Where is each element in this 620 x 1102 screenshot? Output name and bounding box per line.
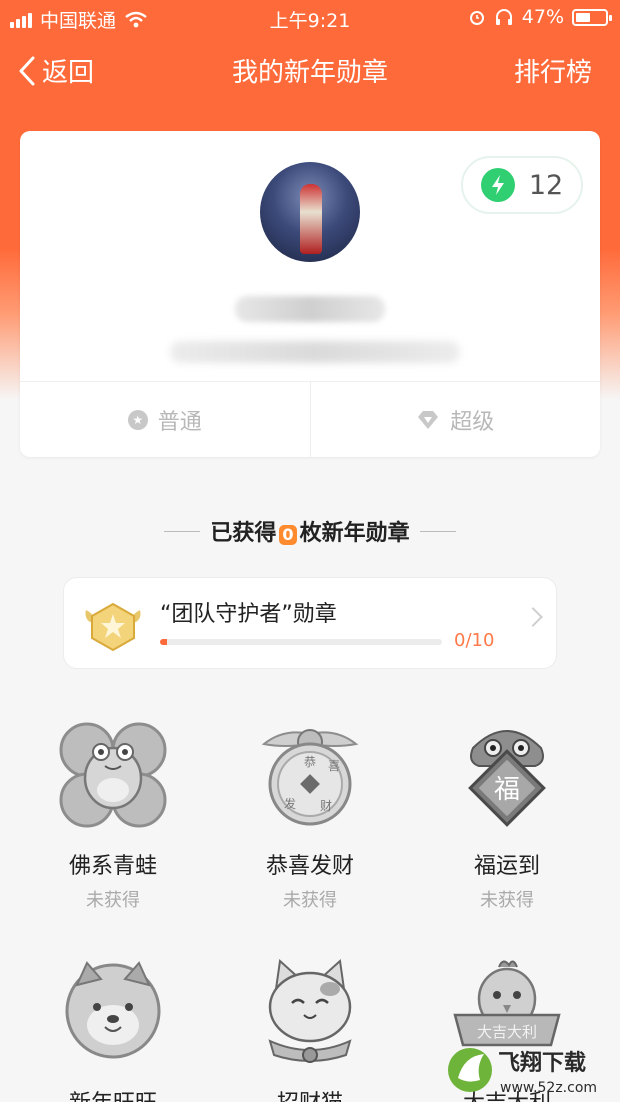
badge-frog[interactable]: 佛系青蛙 未获得: [15, 718, 211, 912]
dog-icon: [65, 961, 161, 1059]
coin-icon: 恭 喜 发 财: [261, 729, 359, 826]
badge-status: 未获得: [283, 890, 337, 911]
headphones-icon: [495, 9, 512, 25]
chevron-right-icon: [523, 607, 543, 627]
progress-bar: [160, 639, 442, 645]
leaderboard-button[interactable]: 排行榜: [514, 52, 592, 89]
earned-prefix: 已获得: [210, 521, 277, 546]
earned-suffix: 枚新年勋章: [299, 521, 410, 546]
energy-badge[interactable]: 12: [461, 156, 583, 214]
badge-name: 恭喜发财: [265, 854, 354, 879]
earned-count: 0: [279, 525, 297, 545]
fu-character: 福: [494, 775, 520, 805]
team-guardian-progress-card[interactable]: “团队守护者”勋章 0/10: [63, 577, 557, 669]
tab-super[interactable]: 超级: [311, 382, 601, 457]
decorative-line-right: [419, 530, 456, 532]
banner-text: 大吉大利: [477, 1023, 537, 1041]
coin-char-bottom: 财: [320, 799, 332, 813]
tab-normal[interactable]: ★ 普通: [20, 382, 310, 457]
badge-name: 招财猫: [212, 1085, 408, 1102]
lucky-cat-icon: [268, 959, 352, 1063]
diamond-icon: [418, 410, 439, 429]
profile-card: 12 ★ 普通 超级: [20, 131, 600, 457]
star-icon: ★: [127, 409, 148, 430]
badge-fortune-coin[interactable]: 恭 喜 发 财 恭喜发财 未获得: [212, 718, 408, 912]
badge-name: 佛系青蛙: [68, 854, 157, 879]
gold-star-medal-icon: [85, 602, 141, 652]
progress-title: “团队守护者”勋章: [160, 602, 337, 627]
badge-new-year-dog[interactable]: 新年旺旺: [15, 955, 211, 1102]
badge-name: 福运到: [473, 854, 540, 879]
watermark-brand: 飞翔下载: [498, 1050, 586, 1076]
badge-lucky-cat[interactable]: 招财猫: [212, 955, 408, 1102]
coin-char-left: 发: [284, 796, 296, 811]
medal-type-tabs: ★ 普通 超级: [20, 382, 600, 457]
lion-fu-icon: 福: [468, 730, 546, 827]
tab-super-label: 超级: [450, 409, 495, 435]
site-watermark: 飞翔下载 www.52z.com: [446, 1040, 616, 1100]
battery-percent: 47%: [521, 6, 564, 28]
badge-name: 新年旺旺: [15, 1085, 211, 1102]
nav-bar: 返回 我的新年勋章 排行榜: [0, 40, 620, 100]
decorative-line-left: [164, 530, 201, 532]
blurred-username: [235, 296, 385, 322]
badge-fu-lion[interactable]: 福 福运到 未获得: [409, 718, 605, 912]
watermark-url: www.52z.com: [500, 1080, 597, 1096]
progress-count: 0/10: [454, 630, 495, 651]
frog-icon: [59, 722, 167, 828]
badge-status: 未获得: [480, 890, 534, 911]
battery-icon: [572, 8, 612, 26]
lightning-icon: [480, 168, 515, 202]
badge-status: 未获得: [86, 890, 140, 911]
avatar[interactable]: [260, 162, 360, 262]
blurred-description: [170, 341, 460, 363]
tab-normal-label: 普通: [157, 409, 202, 435]
energy-count: 12: [528, 169, 564, 201]
earned-summary: 已获得 0 枚新年勋章: [0, 515, 620, 547]
status-bar: 中国联通 上午9:21 47%: [0, 0, 620, 36]
coin-char-top: 恭: [304, 755, 316, 769]
coin-char-right: 喜: [328, 759, 340, 773]
progress-fill: [160, 639, 168, 645]
alarm-icon: [469, 11, 484, 25]
